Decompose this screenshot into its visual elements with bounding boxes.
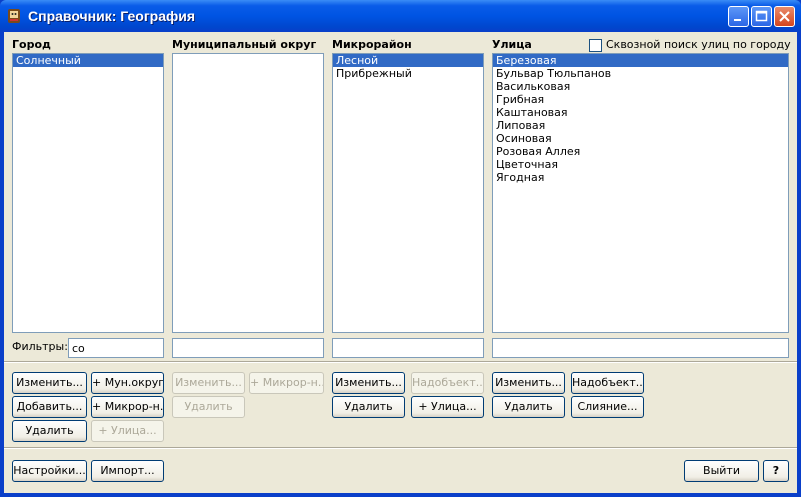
through-search-checkbox[interactable] bbox=[589, 39, 602, 52]
microdistrict-list-item[interactable]: Прибрежный bbox=[333, 67, 483, 80]
close-button[interactable] bbox=[774, 6, 795, 27]
district-edit-button[interactable]: Изменить... bbox=[172, 372, 245, 394]
app-icon bbox=[8, 9, 20, 23]
add-street-button[interactable]: + Улица... bbox=[91, 420, 164, 442]
street-list-item[interactable]: Каштановая bbox=[493, 106, 788, 119]
microdistrict-filter-input[interactable] bbox=[332, 338, 484, 358]
settings-button[interactable]: Настройки... bbox=[12, 460, 87, 482]
micro-edit-button[interactable]: Изменить... bbox=[332, 372, 405, 394]
city-add-button[interactable]: Добавить... bbox=[12, 396, 87, 418]
city-delete-button[interactable]: Удалить bbox=[12, 420, 87, 442]
district-delete-button[interactable]: Удалить bbox=[172, 396, 245, 418]
street-header: Улица bbox=[492, 38, 532, 51]
street-list[interactable]: Березовая Бульвар Тюльпанов Васильковая Гри… bbox=[492, 53, 789, 333]
micro-add-street-button[interactable]: + Улица... bbox=[411, 396, 484, 418]
minimize-icon bbox=[734, 19, 741, 21]
street-list-item[interactable]: Осиновая bbox=[493, 132, 788, 145]
street-filter-input[interactable] bbox=[492, 338, 789, 358]
district-list[interactable] bbox=[172, 53, 324, 333]
micro-objects-button[interactable]: Надобъект... bbox=[411, 372, 484, 394]
exit-button[interactable]: Выйти bbox=[684, 460, 759, 482]
minimize-button[interactable] bbox=[728, 6, 749, 27]
city-filter-input[interactable]: со bbox=[68, 338, 164, 358]
district-header: Муниципальный округ bbox=[172, 38, 317, 51]
add-microdistrict-button[interactable]: + Микрор-н... bbox=[91, 396, 164, 418]
import-button[interactable]: Импорт... bbox=[91, 460, 164, 482]
separator bbox=[4, 361, 797, 363]
window-title: Справочник: География bbox=[28, 8, 196, 24]
micro-delete-button[interactable]: Удалить bbox=[332, 396, 405, 418]
help-button[interactable]: ? bbox=[763, 460, 789, 482]
client-area: Город Муниципальный округ Микрорайон Ули… bbox=[4, 32, 797, 493]
street-edit-button[interactable]: Изменить... bbox=[492, 372, 565, 394]
district-add-micro-button[interactable]: + Микрор-н... bbox=[249, 372, 324, 394]
district-filter-input[interactable] bbox=[172, 338, 324, 358]
city-edit-button[interactable]: Изменить... bbox=[12, 372, 87, 394]
street-list-item[interactable]: Бульвар Тюльпанов bbox=[493, 67, 788, 80]
filters-label: Фильтры: bbox=[12, 340, 68, 353]
maximize-icon bbox=[755, 10, 768, 22]
street-list-item[interactable]: Розовая Аллея bbox=[493, 145, 788, 158]
street-delete-button[interactable]: Удалить bbox=[492, 396, 565, 418]
street-list-item[interactable]: Ягодная bbox=[493, 171, 788, 184]
city-list[interactable]: Солнечный bbox=[12, 53, 164, 333]
title-bar[interactable]: Справочник: География bbox=[0, 0, 801, 32]
microdistrict-list-item[interactable]: Лесной bbox=[333, 54, 483, 67]
add-district-button[interactable]: + Мун.округ... bbox=[91, 372, 164, 394]
street-list-item[interactable]: Цветочная bbox=[493, 158, 788, 171]
close-icon bbox=[779, 11, 790, 22]
city-header: Город bbox=[12, 38, 51, 51]
app-window: Справочник: География Город Муниципальны… bbox=[0, 0, 801, 497]
microdistrict-list[interactable]: Лесной Прибрежный bbox=[332, 53, 484, 333]
city-list-item[interactable]: Солнечный bbox=[13, 54, 163, 67]
separator-bottom bbox=[4, 447, 797, 449]
street-objects-button[interactable]: Надобъект... bbox=[571, 372, 644, 394]
street-list-item[interactable]: Березовая bbox=[493, 54, 788, 67]
maximize-button[interactable] bbox=[751, 6, 772, 27]
street-list-item[interactable]: Грибная bbox=[493, 93, 788, 106]
microdistrict-header: Микрорайон bbox=[332, 38, 412, 51]
street-list-item[interactable]: Липовая bbox=[493, 119, 788, 132]
street-list-item[interactable]: Васильковая bbox=[493, 80, 788, 93]
street-merge-button[interactable]: Слияние... bbox=[571, 396, 644, 418]
